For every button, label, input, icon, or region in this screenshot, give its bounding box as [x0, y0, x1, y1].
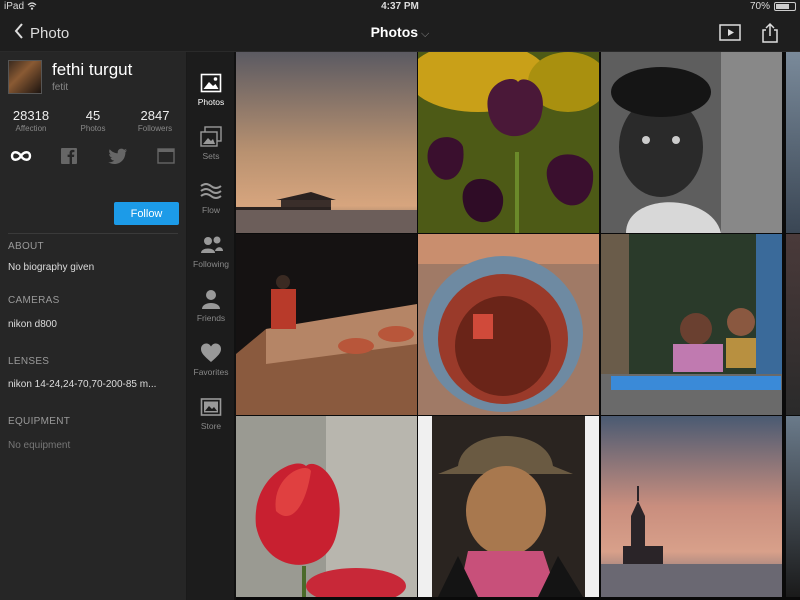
stat-label: Followers [137, 124, 173, 133]
photo-pier-sunset[interactable] [236, 52, 417, 233]
profile-panel: fethi turgut fetit 28318 Affection 45 Ph… [0, 52, 187, 600]
equipment-value: No equipment [8, 440, 71, 451]
photo-clay-pots-well[interactable] [418, 234, 599, 415]
about-value: No biography given [8, 262, 95, 273]
tab-label: Favorites [193, 367, 229, 377]
tab-label: Flow [202, 205, 220, 215]
tab-label: Photos [197, 97, 225, 107]
tab-rail: Photos Sets Flow Following Friends Favor… [187, 52, 235, 600]
play-icon [719, 24, 741, 48]
tab-label: Sets [202, 151, 220, 161]
facebook-icon[interactable] [58, 146, 80, 166]
tab-store[interactable]: Store [187, 392, 235, 442]
stat-value: 28318 [12, 108, 50, 123]
battery-icon [774, 2, 796, 11]
twitter-icon[interactable] [107, 146, 129, 166]
profile-stats: 28318 Affection 45 Photos 2847 Followers [0, 108, 187, 133]
profile-name: fethi turgut [52, 60, 133, 79]
photo-girl-portrait-bw[interactable] [601, 52, 782, 233]
tab-label: Store [200, 421, 222, 431]
stat-label: Photos [80, 124, 106, 133]
stat-followers: 2847 Followers [124, 108, 186, 133]
photo-partial-edge[interactable] [786, 416, 800, 597]
back-button[interactable]: Photo [14, 23, 69, 43]
store-icon [200, 396, 222, 418]
share-button[interactable] [759, 22, 781, 44]
page-title[interactable]: Photos ⌵ [0, 24, 800, 41]
photo-partial-edge[interactable] [786, 234, 800, 415]
lenses-heading: LENSES [8, 356, 50, 367]
photo-red-tulip[interactable] [236, 416, 417, 597]
tab-following[interactable]: Following [187, 230, 235, 280]
photo-pottery-kiln-worker[interactable] [236, 234, 417, 415]
tab-sets[interactable]: Sets [187, 122, 235, 172]
tab-photos[interactable]: Photos [187, 68, 235, 118]
status-battery: 70% [750, 1, 796, 12]
follow-button[interactable]: Follow [114, 202, 179, 225]
share-icon [759, 22, 781, 48]
status-time: 4:37 PM [381, 1, 419, 12]
avatar[interactable] [8, 60, 42, 94]
stat-photos: 45 Photos [62, 108, 124, 133]
stat-label: Affection [15, 124, 47, 133]
nav-bar: Photo Photos ⌵ [0, 14, 800, 52]
stat-value: 2847 [140, 108, 170, 123]
cameras-value: nikon d800 [8, 319, 57, 330]
about-heading: ABOUT [8, 241, 44, 252]
following-icon [200, 234, 223, 256]
photo-icon [200, 72, 222, 94]
tab-label: Friends [196, 313, 226, 323]
divider [8, 233, 178, 234]
sets-icon [200, 126, 222, 148]
heart-icon [200, 342, 222, 364]
cameras-heading: CAMERAS [8, 295, 60, 306]
social-links [0, 146, 187, 166]
flow-icon [200, 180, 222, 202]
photo-partial-edge[interactable] [786, 52, 800, 233]
equipment-heading: EQUIPMENT [8, 416, 71, 427]
photo-man-hat-portrait[interactable] [418, 416, 599, 597]
lenses-value: nikon 14-24,24-70,70-200-85 m... [8, 379, 157, 390]
infinity-icon[interactable] [10, 146, 32, 166]
tab-favorites[interactable]: Favorites [187, 338, 235, 388]
status-bar: iPad 4:37 PM 70% [0, 0, 800, 14]
stat-value: 45 [85, 108, 101, 123]
back-label: Photo [30, 24, 70, 42]
battery-percent: 70% [749, 1, 770, 12]
stat-affection: 28318 Affection [0, 108, 62, 133]
photo-purple-tulips[interactable] [418, 52, 599, 233]
tab-label: Following [193, 259, 229, 269]
chevron-down-icon: ⌵ [421, 28, 430, 40]
website-icon[interactable] [155, 146, 177, 166]
photo-maiden-tower-sunset[interactable] [601, 416, 782, 597]
tab-friends[interactable]: Friends [187, 284, 235, 334]
photo-children-window[interactable] [601, 234, 782, 415]
chevron-left-icon [14, 23, 24, 43]
play-button[interactable] [719, 22, 741, 44]
friends-icon [200, 288, 222, 310]
profile-username: fetit [52, 82, 69, 93]
tab-flow[interactable]: Flow [187, 176, 235, 226]
